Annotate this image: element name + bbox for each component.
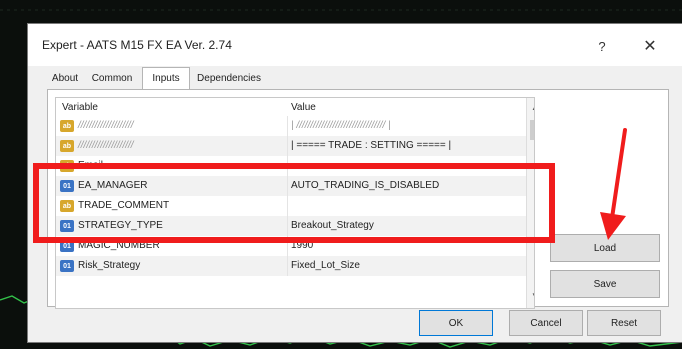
row-variable: Risk_Strategy [78, 260, 141, 271]
scroll-up-arrow-icon[interactable]: ▲ [527, 100, 534, 114]
enum-param-icon: 01 [60, 260, 74, 272]
window-title: Expert - AATS M15 FX EA Ver. 2.74 [42, 38, 232, 52]
table-row[interactable]: ab //////////////////// | ===== TRADE : … [56, 136, 526, 156]
help-button[interactable]: ? [587, 34, 617, 58]
tab-about[interactable]: About [48, 69, 82, 88]
load-button[interactable]: Load [550, 234, 660, 262]
string-param-icon: ab [60, 140, 74, 152]
highlight-box [33, 163, 555, 243]
title-bar: Expert - AATS M15 FX EA Ver. 2.74 ? ✕ [28, 24, 682, 66]
string-param-icon: ab [60, 120, 74, 132]
save-button[interactable]: Save [550, 270, 660, 298]
row-variable: //////////////////// [78, 120, 134, 131]
row-value[interactable]: | ===== TRADE : SETTING ===== | [291, 140, 451, 151]
row-value[interactable]: | //////////////////////////////// | [291, 120, 391, 131]
cancel-button[interactable]: Cancel [509, 310, 583, 336]
row-variable: //////////////////// [78, 140, 134, 151]
table-row[interactable]: 01 Risk_Strategy Fixed_Lot_Size [56, 256, 526, 276]
table-row[interactable]: ab //////////////////// | //////////////… [56, 116, 526, 136]
tab-dependencies[interactable]: Dependencies [192, 69, 266, 88]
column-header-variable[interactable]: Variable [62, 98, 282, 116]
column-header-value[interactable]: Value [291, 98, 511, 116]
scroll-down-arrow-icon[interactable]: ▼ [527, 288, 534, 302]
close-button[interactable]: ✕ [635, 34, 665, 58]
row-value[interactable]: Fixed_Lot_Size [291, 260, 360, 271]
reset-button[interactable]: Reset [587, 310, 661, 336]
scroll-thumb[interactable] [530, 120, 534, 140]
ok-button[interactable]: OK [419, 310, 493, 336]
tab-inputs[interactable]: Inputs [142, 67, 190, 89]
tab-common[interactable]: Common [86, 69, 138, 88]
